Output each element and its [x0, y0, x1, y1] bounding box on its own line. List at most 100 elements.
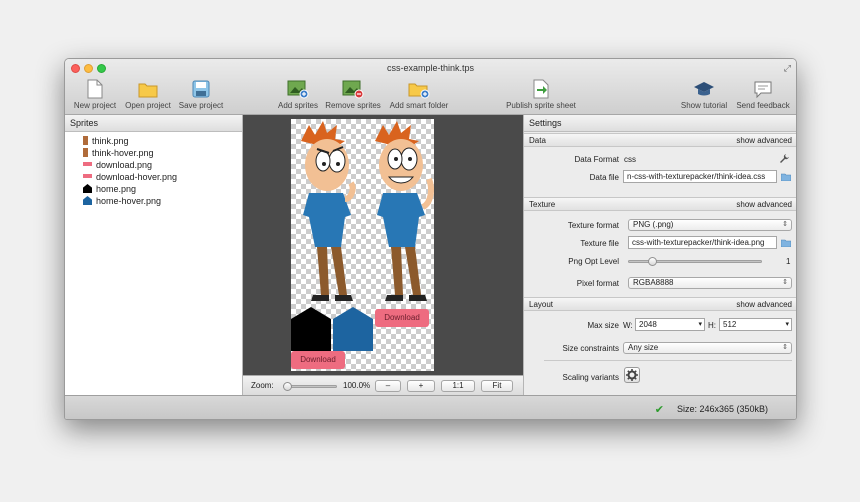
remove-sprites-label: Remove sprites — [325, 101, 381, 110]
sprites-panel: Sprites think.png think-hover.png downlo… — [65, 115, 243, 395]
texture-file-field[interactable]: css-with-texturepacker/think-idea.png — [628, 236, 777, 249]
sprite-sheet-size: Size: 246x365 (350kB) — [676, 404, 768, 414]
data-show-advanced-link[interactable]: show advanced — [736, 134, 792, 148]
zoom-value: 100.0% — [343, 381, 371, 390]
think-hover-thumbnail-icon — [83, 148, 88, 157]
zoom-fit-button[interactable]: Fit — [481, 380, 513, 392]
add-smart-folder-label: Add smart folder — [389, 101, 449, 110]
show-tutorial-button[interactable]: Show tutorial — [676, 79, 732, 110]
texture-format-label: Texture format — [567, 221, 619, 230]
max-height-value: 512 — [723, 320, 737, 329]
texture-file-folder-icon[interactable] — [781, 239, 791, 247]
download-hover-thumbnail-icon — [83, 174, 92, 178]
sprite-item-think-hover[interactable]: think-hover.png — [83, 147, 154, 159]
add-image-icon — [287, 80, 309, 99]
layout-section-title: Layout — [529, 300, 554, 309]
data-section-header: Data show advanced — [524, 133, 796, 148]
chevron-updown-icon: ⇕ — [782, 221, 788, 228]
png-opt-level-handle[interactable] — [648, 257, 657, 266]
chevron-updown-icon: ⇕ — [782, 279, 788, 286]
fullscreen-icon[interactable]: ⤢ — [784, 63, 791, 74]
download-thumbnail-icon — [83, 162, 92, 166]
sprite-item-think[interactable]: think.png — [83, 135, 129, 147]
scaling-variants-button[interactable] — [624, 367, 640, 383]
texture-file-label: Texture file — [580, 239, 619, 248]
data-file-label: Data file — [589, 173, 619, 182]
pixel-format-label: Pixel format — [576, 279, 619, 288]
folder-icon — [138, 83, 158, 98]
sprite-sheet-artwork — [291, 121, 434, 369]
zoom-out-button[interactable]: – — [375, 380, 401, 392]
sprite-name: home-hover.png — [96, 196, 162, 206]
zoom-bar: Zoom: 100.0% – + 1:1 Fit — [243, 375, 523, 395]
max-width-value: 2048 — [639, 320, 657, 329]
texture-show-advanced-link[interactable]: show advanced — [736, 198, 792, 212]
chevron-down-icon: ▾ — [698, 321, 702, 328]
texture-section-header: Texture show advanced — [524, 197, 796, 212]
data-file-field[interactable]: n-css-with-texturepacker/think-idea.css — [623, 170, 777, 183]
layout-show-advanced-link[interactable]: show advanced — [736, 298, 792, 312]
texture-format-value: PNG (.png) — [633, 220, 674, 229]
settings-header: Settings — [524, 115, 796, 132]
sprite-item-download[interactable]: download.png — [83, 159, 152, 171]
home-hover-sprite — [333, 307, 373, 351]
add-sprites-button[interactable]: Add sprites — [275, 79, 321, 110]
max-height-combo[interactable]: 512 ▾ — [719, 318, 792, 331]
wrench-icon[interactable] — [779, 153, 790, 164]
save-project-button[interactable]: Save project — [175, 79, 227, 110]
add-sprites-label: Add sprites — [277, 101, 319, 110]
size-constraints-label: Size constraints — [562, 344, 619, 353]
publish-sprite-sheet-button[interactable]: Publish sprite sheet — [502, 79, 580, 110]
add-smart-folder-button[interactable]: Add smart folder — [385, 79, 453, 110]
sprites-header: Sprites — [65, 115, 242, 132]
home-sprite — [291, 307, 331, 351]
remove-image-icon — [342, 80, 364, 99]
sprite-item-home[interactable]: home.png — [83, 183, 136, 195]
pixel-format-select[interactable]: RGBA8888 ⇕ — [628, 277, 792, 289]
zoom-1to1-button[interactable]: 1:1 — [441, 380, 475, 392]
speech-bubble-icon — [754, 81, 772, 99]
sprite-name: home.png — [96, 184, 137, 194]
zoom-in-button[interactable]: + — [407, 380, 435, 392]
sprite-sheet-preview[interactable]: Download Download — [291, 119, 434, 371]
texture-format-select[interactable]: PNG (.png) ⇕ — [628, 219, 792, 231]
think-sprite — [301, 121, 356, 301]
app-window: css-example-think.tps ⤢ New project Open… — [64, 58, 797, 420]
graduation-cap-icon — [694, 82, 714, 96]
sprite-name: download-hover.png — [96, 172, 178, 182]
home-hover-thumbnail-icon — [83, 196, 92, 205]
show-tutorial-label: Show tutorial — [680, 101, 728, 110]
max-width-combo[interactable]: 2048 ▾ — [635, 318, 705, 331]
publish-icon — [533, 79, 549, 99]
layout-section-header: Layout show advanced — [524, 297, 796, 312]
publish-label: Publish sprite sheet — [506, 101, 576, 110]
settings-panel: Settings Data show advanced Data Format … — [523, 115, 796, 395]
sprite-item-home-hover[interactable]: home-hover.png — [83, 195, 161, 207]
zoom-slider-handle[interactable] — [283, 382, 292, 391]
new-project-button[interactable]: New project — [69, 79, 121, 110]
pixel-format-value: RGBA8888 — [633, 278, 674, 287]
send-feedback-button[interactable]: Send feedback — [734, 79, 792, 110]
canvas-panel: Download Download Zoom: 100.0% – + 1:1 F… — [243, 115, 523, 395]
think-hover-sprite — [375, 121, 434, 301]
download-hover-sprite-text: Download — [300, 355, 336, 364]
status-bar: ✔ Size: 246x365 (350kB) — [65, 395, 796, 419]
sprite-name: think-hover.png — [92, 148, 154, 158]
save-project-label: Save project — [178, 101, 224, 110]
open-project-label: Open project — [125, 101, 171, 110]
smart-folder-icon — [408, 83, 430, 99]
sprite-item-download-hover[interactable]: download-hover.png — [83, 171, 177, 183]
zoom-label: Zoom: — [251, 381, 274, 390]
remove-sprites-button[interactable]: Remove sprites — [323, 79, 383, 110]
max-size-label: Max size — [587, 321, 619, 330]
checkmark-icon: ✔ — [654, 404, 664, 416]
open-project-button[interactable]: Open project — [121, 79, 175, 110]
scaling-variants-label: Scaling variants — [562, 373, 619, 382]
sprite-name: think.png — [92, 136, 129, 146]
download-sprite-text: Download — [384, 313, 420, 322]
layout-divider — [544, 360, 792, 361]
chevron-down-icon: ▾ — [785, 321, 789, 328]
size-constraints-select[interactable]: Any size ⇕ — [623, 342, 792, 354]
data-file-folder-icon[interactable] — [781, 173, 791, 181]
texture-section-title: Texture — [529, 200, 556, 209]
